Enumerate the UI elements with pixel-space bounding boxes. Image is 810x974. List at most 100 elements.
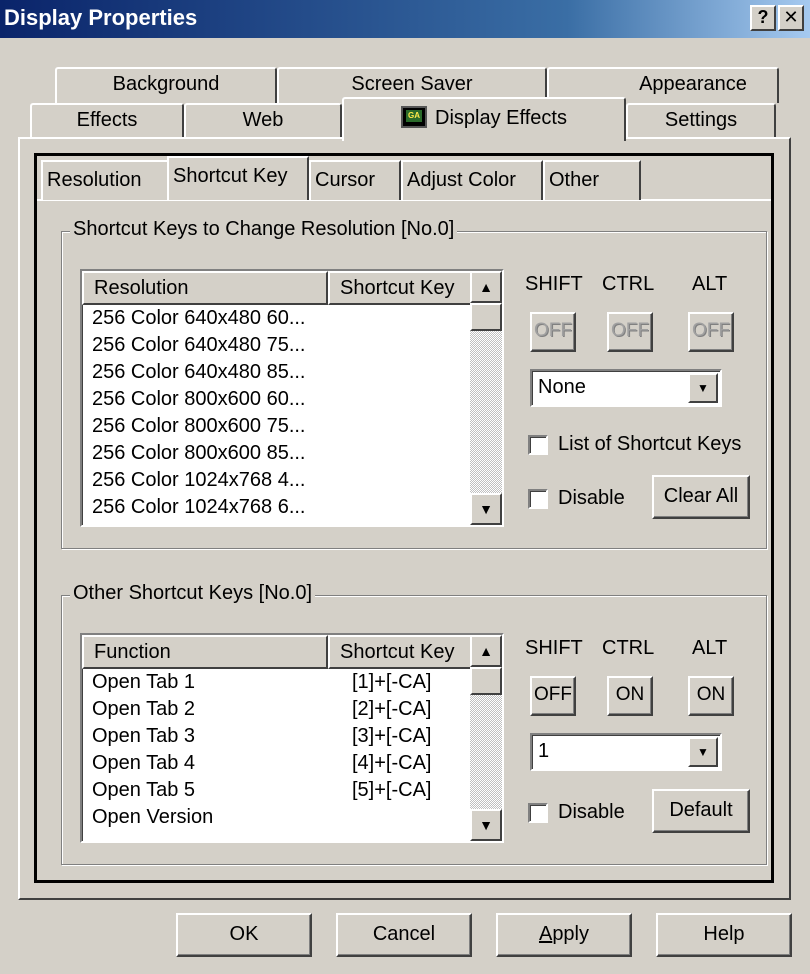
tab-label: Web — [242, 109, 284, 131]
resolution-disable-checkbox[interactable] — [528, 489, 548, 509]
clear-all-button[interactable]: Clear All — [652, 475, 750, 519]
tab-effects[interactable]: Effects — [30, 103, 184, 139]
function-cell: Open Tab 2 — [92, 698, 196, 720]
table-row[interactable]: Open Version — [92, 804, 213, 831]
alt-toggle-button[interactable]: ON — [688, 676, 734, 716]
ctrl-toggle-button[interactable]: OFF — [607, 312, 653, 352]
display-effects-frame: Resolution Shortcut Key Cursor Adjust Co… — [34, 153, 774, 883]
other-disable-checkbox[interactable] — [528, 803, 548, 823]
tab-settings[interactable]: Settings — [626, 103, 776, 139]
table-row[interactable]: Open Tab 3 [3]+[-CA] — [92, 723, 431, 750]
tab-other[interactable]: Other — [543, 160, 641, 200]
resolution-key-select[interactable]: None ▼ — [530, 369, 722, 407]
apply-button[interactable]: Apply — [496, 913, 632, 957]
shortcut-cell: [3]+[-CA] — [352, 725, 432, 747]
scroll-up-icon[interactable]: ▲ — [470, 635, 502, 667]
tab-label: Screen Saver — [351, 73, 473, 95]
function-cell: Open Version — [92, 806, 214, 828]
shortcut-cell: [5]+[-CA] — [352, 779, 432, 801]
tab-adjust-color[interactable]: Adjust Color — [401, 160, 543, 200]
tab-display-effects[interactable]: Display Effects — [342, 97, 626, 141]
list-item[interactable]: 256 Color 640x480 75... — [92, 332, 306, 359]
window-title: Display Properties — [4, 5, 198, 30]
cancel-button[interactable]: Cancel — [336, 913, 472, 957]
scroll-thumb[interactable] — [470, 667, 502, 695]
vertical-scrollbar[interactable]: ▲ ▼ — [470, 635, 502, 841]
function-cell: Open Tab 5 — [92, 779, 196, 801]
table-row[interactable]: Open Tab 1 [1]+[-CA] — [92, 669, 431, 696]
list-item[interactable]: 256 Color 800x600 60... — [92, 386, 306, 413]
list-shortcut-keys-label: List of Shortcut Keys — [558, 433, 742, 455]
scroll-down-icon[interactable]: ▼ — [470, 809, 502, 841]
chevron-down-icon[interactable]: ▼ — [688, 737, 718, 767]
table-row[interactable]: Open Tab 4 [4]+[-CA] — [92, 750, 431, 777]
ga-monitor-icon — [401, 106, 428, 128]
selected-key-value: None — [538, 376, 586, 398]
function-cell: Open Tab 3 — [92, 725, 196, 747]
shift-toggle-button[interactable]: OFF — [530, 312, 576, 352]
tab-label: Settings — [664, 109, 738, 131]
shift-toggle-button[interactable]: OFF — [530, 676, 576, 716]
vertical-scrollbar[interactable]: ▲ ▼ — [470, 271, 502, 525]
help-button[interactable]: Help — [656, 913, 792, 957]
ok-button[interactable]: OK — [176, 913, 312, 957]
scroll-up-icon[interactable]: ▲ — [470, 271, 502, 303]
list-item[interactable]: 256 Color 1024x768 6... — [92, 494, 306, 521]
tab-label: Background — [112, 73, 220, 95]
resolution-list[interactable]: Resolution Shortcut Key 256 Color 640x48… — [80, 269, 504, 527]
alt-toggle-button[interactable]: OFF — [688, 312, 734, 352]
function-cell: Open Tab 1 — [92, 671, 196, 693]
function-key-select[interactable]: 1 ▼ — [530, 733, 722, 771]
table-row[interactable]: Open Tab 5 [5]+[-CA] — [92, 777, 431, 804]
shortcut-cell: [1]+[-CA] — [352, 671, 432, 693]
display-properties-window: Display Properties ? ✕ Background Screen… — [0, 0, 810, 974]
other-shortcut-group: Other Shortcut Keys [No.0] Function Shor… — [61, 582, 767, 865]
column-header-shortcut-key[interactable]: Shortcut Key — [328, 635, 472, 669]
tab-label: Appearance — [639, 73, 747, 95]
shift-label: SHIFT — [525, 637, 583, 659]
ctrl-toggle-button[interactable]: ON — [607, 676, 653, 716]
title-bar[interactable]: Display Properties ? ✕ — [0, 0, 810, 38]
column-header-resolution[interactable]: Resolution — [82, 271, 328, 305]
function-cell: Open Tab 4 — [92, 752, 196, 774]
help-icon[interactable]: ? — [750, 5, 776, 31]
tab-cursor[interactable]: Cursor — [309, 160, 401, 200]
alt-label: ALT — [692, 273, 728, 295]
selected-key-value: 1 — [538, 740, 550, 762]
group-title: Shortcut Keys to Change Resolution [No.0… — [70, 218, 458, 241]
scroll-thumb[interactable] — [470, 303, 502, 331]
list-shortcut-keys-checkbox[interactable] — [528, 435, 548, 455]
list-item[interactable]: 256 Color 640x480 85... — [92, 359, 306, 386]
list-header: Resolution Shortcut Key — [82, 271, 472, 305]
shortcut-cell: [4]+[-CA] — [352, 752, 432, 774]
alt-label: ALT — [692, 637, 728, 659]
group-title: Other Shortcut Keys [No.0] — [70, 582, 315, 605]
tab-background[interactable]: Background — [55, 67, 277, 103]
ctrl-label: CTRL — [602, 637, 655, 659]
column-header-shortcut-key[interactable]: Shortcut Key — [328, 271, 472, 305]
apply-mnemonic: A — [538, 923, 553, 945]
list-item[interactable]: 256 Color 800x600 75... — [92, 413, 306, 440]
tab-content-panel: Resolution Shortcut Key Cursor Adjust Co… — [18, 137, 791, 900]
list-header: Function Shortcut Key — [82, 635, 472, 669]
shift-label: SHIFT — [525, 273, 583, 295]
other-shortcut-list[interactable]: Function Shortcut Key Open Tab 1 [1]+[-CA… — [80, 633, 504, 843]
chevron-down-icon[interactable]: ▼ — [688, 373, 718, 403]
resolution-shortcut-group: Shortcut Keys to Change Resolution [No.0… — [61, 218, 767, 549]
tab-label: Display Effects — [435, 107, 567, 129]
tab-resolution[interactable]: Resolution — [41, 160, 169, 200]
list-item[interactable]: 256 Color 640x480 60... — [92, 305, 306, 332]
table-row[interactable]: Open Tab 2 [2]+[-CA] — [92, 696, 431, 723]
close-icon[interactable]: ✕ — [778, 5, 804, 31]
scroll-down-icon[interactable]: ▼ — [470, 493, 502, 525]
column-header-function[interactable]: Function — [82, 635, 328, 669]
list-item[interactable]: 256 Color 800x600 85... — [92, 440, 306, 467]
tab-web[interactable]: Web — [184, 103, 342, 139]
other-disable-label: Disable — [558, 801, 625, 823]
tab-label: Effects — [76, 109, 138, 131]
default-button[interactable]: Default — [652, 789, 750, 833]
tab-shortcut-key[interactable]: Shortcut Key — [167, 156, 309, 200]
list-item[interactable]: 256 Color 1024x768 4... — [92, 467, 306, 494]
shortcut-cell: [2]+[-CA] — [352, 698, 432, 720]
resolution-disable-label: Disable — [558, 487, 625, 509]
